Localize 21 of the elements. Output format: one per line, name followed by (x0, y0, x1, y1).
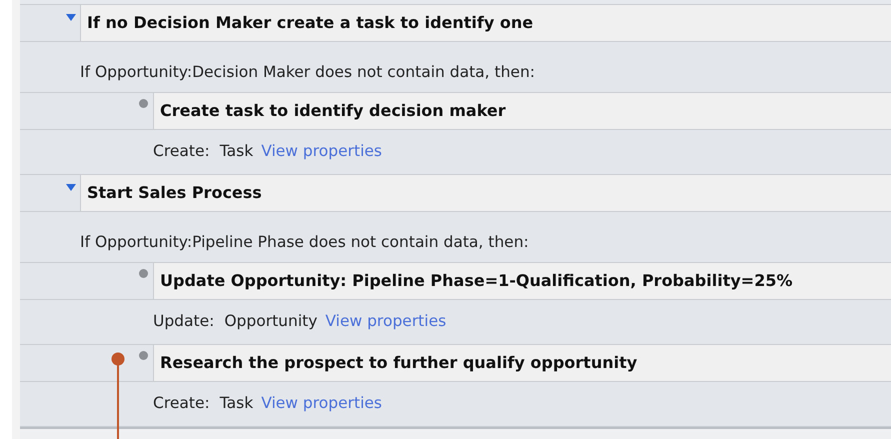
collapse-triangle-icon[interactable] (66, 14, 76, 22)
rule-title[interactable]: If no Decision Maker create a task to identify one (80, 5, 891, 41)
condition-text: If Opportunity:Decision Maker does not contain data, then: (80, 62, 535, 83)
view-properties-link[interactable]: View properties (261, 392, 382, 416)
action-title[interactable]: Create task to identify decision maker (153, 93, 891, 129)
action-title[interactable]: Research the prospect to further qualify opportunity (153, 345, 891, 381)
collapse-triangle-icon[interactable] (66, 184, 76, 192)
bullet-icon (139, 269, 148, 278)
bullet-icon (139, 99, 148, 108)
condition-text: If Opportunity:Pipeline Phase does not contain data, then: (80, 232, 529, 253)
action-type: Create: (153, 141, 210, 162)
view-properties-link[interactable]: View properties (325, 310, 446, 334)
action-type: Update: (153, 311, 214, 332)
rule-title[interactable]: Start Sales Process (80, 175, 891, 211)
action-type: Create: (153, 393, 210, 414)
view-properties-link[interactable]: View properties (261, 140, 382, 164)
bullet-icon (139, 351, 148, 360)
action-object: Task (220, 393, 254, 414)
action-object: Task (220, 141, 254, 162)
action-title[interactable]: Update Opportunity: Pipeline Phase=1-Qualification, Probability=25% (153, 263, 891, 299)
action-object: Opportunity (224, 311, 318, 332)
